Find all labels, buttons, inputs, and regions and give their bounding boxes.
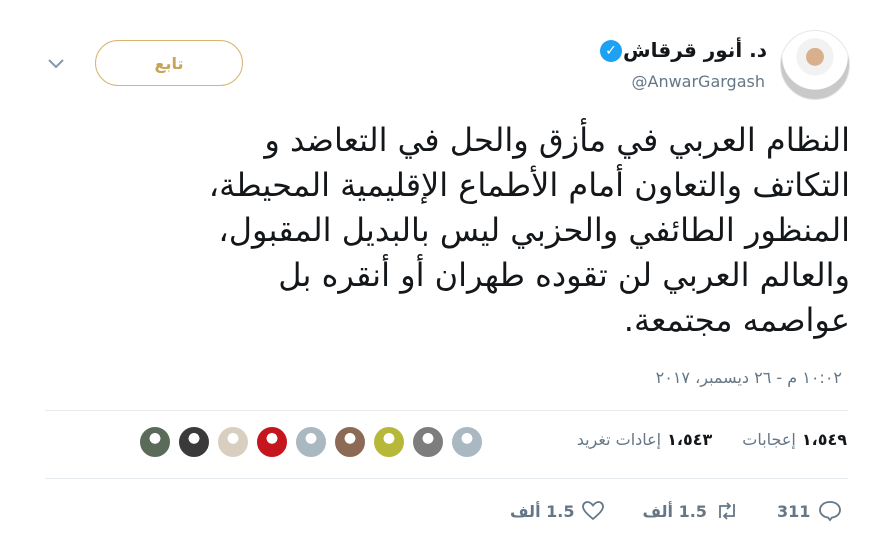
verified-badge-icon: ✓ <box>600 40 622 62</box>
author-display-name[interactable]: د. أنور قرقاش <box>623 38 767 62</box>
retweets-count: ١،٥٤٣ <box>667 430 713 449</box>
reply-action[interactable]: 311 <box>777 500 842 522</box>
user-avatar[interactable] <box>138 425 172 459</box>
retweet-icon <box>719 502 735 520</box>
tweet-line: المنظور الطائفي والحزبي ليس بالبديل المق… <box>218 211 850 249</box>
default-avatar-icon[interactable] <box>294 425 328 459</box>
user-avatar[interactable] <box>177 425 211 459</box>
club-logo-avatar[interactable] <box>255 425 289 459</box>
tweet-actions: 1.5 ألف 1.5 ألف 311 <box>510 500 842 522</box>
tweet-line: النظام العربي في مأزق والحل في التعاضد و <box>264 121 850 159</box>
retweet-action[interactable]: 1.5 ألف <box>642 501 738 521</box>
user-avatar[interactable] <box>411 425 445 459</box>
tweet-timestamp[interactable]: ١٠:٠٢ م - ٢٦ ديسمبر، ٢٠١٧ <box>656 368 842 387</box>
retweet-count: 1.5 ألف <box>642 501 707 521</box>
user-avatar[interactable] <box>216 425 250 459</box>
reply-count: 311 <box>776 501 811 521</box>
like-action[interactable]: 1.5 ألف <box>510 501 605 521</box>
likes-label: إعجابات <box>742 430 796 449</box>
like-count: 1.5 ألف <box>510 501 575 521</box>
likes-count: ١،٥٤٩ <box>801 430 847 449</box>
follow-button[interactable]: تابع <box>95 40 243 86</box>
tweet-stats: ١،٥٤٣ إعادات تغريد ١،٥٤٩ إعجابات <box>577 430 847 449</box>
retweets-label: إعادات تغريد <box>576 430 662 449</box>
heart-icon <box>582 501 605 521</box>
default-avatar-icon[interactable] <box>450 425 484 459</box>
tweet-line: والعالم العربي لن تقوده طهران أو أنقره ب… <box>278 256 850 294</box>
user-avatar[interactable] <box>333 425 367 459</box>
tweet-text: النظام العربي في مأزق والحل في التعاضد و… <box>40 118 850 343</box>
chevron-down-icon[interactable] <box>47 55 65 69</box>
tweet-line: التكاتف والتعاون أمام الأطماع الإقليمية … <box>208 166 850 204</box>
tweet-line: عواصمه مجتمعة. <box>623 301 850 339</box>
author-handle[interactable]: @AnwarGargash <box>632 72 766 91</box>
retweets-stat[interactable]: ١،٥٤٣ إعادات تغريد <box>577 430 713 449</box>
divider <box>45 478 848 479</box>
likes-stat[interactable]: ١،٥٤٩ إعجابات <box>742 430 847 449</box>
likers-avatars <box>138 425 484 459</box>
divider <box>45 410 848 411</box>
user-avatar[interactable] <box>372 425 406 459</box>
author-avatar[interactable] <box>780 30 850 100</box>
reply-icon <box>819 501 842 522</box>
